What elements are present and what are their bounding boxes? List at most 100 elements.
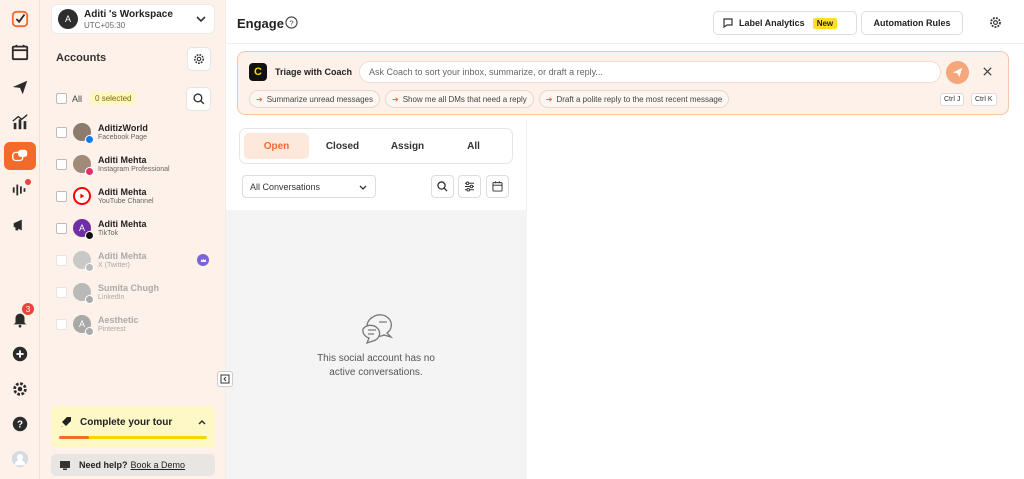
chevron-down-icon [359,185,367,190]
conversation-filter-select[interactable]: All Conversations [242,175,376,198]
calendar-icon[interactable] [8,40,32,64]
search-icon [437,181,448,192]
new-dot-badge [25,179,31,185]
account-name: AditizWorld [98,123,148,133]
app-logo-icon[interactable] [8,7,32,31]
account-checkbox[interactable] [56,190,67,202]
nav-rail: 3 ? [0,0,40,479]
suggestion-chips: ➜ Summarize unread messages ➜ Show me all … [249,90,734,108]
tab-open[interactable]: Open [244,133,309,159]
avatar-initial: A [78,319,85,329]
workspace-timezone: UTC+05:30 [84,20,126,30]
tour-card[interactable]: Complete your tour [51,406,215,448]
close-icon[interactable] [982,66,993,77]
account-checkbox[interactable] [56,286,67,298]
account-platform: LinkedIn [98,294,125,301]
analytics-icon[interactable] [8,110,32,134]
date-filter-button[interactable] [486,175,509,198]
shortcut-key: Ctrl K [971,93,997,106]
chevron-up-icon[interactable] [197,417,207,427]
avatar [73,283,94,304]
arrow-right-icon: ➜ [545,94,553,104]
workspace-avatar: A [58,9,78,29]
chip-label: Show me all DMs that need a reply [402,94,527,104]
svg-text:?: ? [289,18,293,27]
avatar: A [73,315,94,336]
label-analytics-button[interactable]: Label Analytics New [713,11,857,35]
crown-icon[interactable] [197,254,209,266]
linkedin-icon [85,295,94,304]
publish-send-icon[interactable] [8,75,32,99]
engage-inbox-icon[interactable] [4,142,36,170]
suggestion-chip[interactable]: ➜ Show me all DMs that need a reply [384,90,534,108]
user-avatar-icon[interactable] [8,447,32,471]
tab-all[interactable]: All [441,133,506,159]
book-demo-link[interactable]: Book a Demo [131,460,186,470]
avatar-initial: A [78,223,85,233]
notification-count-badge: 3 [22,303,34,315]
tour-progress-bar [59,436,207,439]
settings-gear-icon[interactable] [8,377,32,401]
gear-icon[interactable] [988,15,1003,30]
tab-assign[interactable]: Assign [376,133,439,159]
tour-label: Complete your tour [80,417,173,428]
accounts-title: Accounts [56,52,107,64]
automation-rules-button[interactable]: Automation Rules [861,11,963,35]
collapse-sidebar-button[interactable] [217,371,233,387]
avatar [73,251,94,272]
workspace-switcher[interactable]: A Aditi 's Workspace UTC+05:30 [51,4,215,34]
account-item[interactable]: AditizWorld Facebook Page [51,116,217,148]
account-checkbox[interactable] [56,254,67,266]
chip-label: Draft a polite reply to the most recent … [556,94,723,104]
suggestion-chip[interactable]: ➜ Draft a polite reply to the most recent… [538,90,730,108]
account-item[interactable]: Aditi Mehta X (Twitter) [51,244,217,276]
search-conversations-button[interactable] [431,175,454,198]
tab-closed[interactable]: Closed [311,133,374,159]
chat-bubbles-icon [362,314,394,345]
coach-panel: C Triage with Coach Ask Coach to sort yo… [237,51,1009,115]
account-item[interactable]: Aditi Mehta YouTube Channel [51,180,217,212]
automation-rules-label: Automation Rules [873,18,951,28]
suggestion-chip[interactable]: ➜ Summarize unread messages [249,90,380,108]
account-checkbox[interactable] [56,158,67,170]
account-item[interactable]: A Aesthetic Pinterest [51,308,217,340]
select-all-checkbox[interactable] [56,93,67,104]
account-name: Aditi Mehta [98,187,147,197]
account-item[interactable]: Aditi Mehta Instagram Professional [51,148,217,180]
add-circle-icon[interactable] [8,342,32,366]
account-item[interactable]: A Aditi Mehta TikTok [51,212,217,244]
account-item[interactable]: Sumita Chugh LinkedIn [51,276,217,308]
account-checkbox[interactable] [56,126,67,138]
facebook-icon [85,135,94,144]
accounts-settings-button[interactable] [187,47,211,71]
help-circle-icon[interactable]: ? [285,16,298,29]
coach-prompt-input[interactable]: Ask Coach to sort your inbox, summarize,… [359,61,941,83]
chat-analytics-icon [723,18,733,29]
coach-title: Triage with Coach [275,67,353,77]
listening-waveform-icon[interactable] [8,178,32,202]
filter-sliders-button[interactable] [458,175,481,198]
account-platform: Facebook Page [98,134,148,141]
selected-count-badge: 0 selected [90,92,137,105]
help-bar[interactable]: Need help? Book a Demo [51,454,215,476]
coach-send-button[interactable] [946,61,969,84]
accounts-list: AditizWorld Facebook Page Aditi Mehta In… [51,116,217,340]
accounts-search-button[interactable] [186,87,211,111]
megaphone-icon[interactable] [8,213,32,237]
coach-logo-icon: C [249,63,267,81]
select-all-label: All [72,93,83,104]
bell-icon[interactable]: 3 [8,303,34,331]
chevron-down-icon [196,16,206,23]
account-checkbox[interactable] [56,222,67,234]
account-platform: X (Twitter) [98,262,130,269]
account-checkbox[interactable] [56,318,67,330]
account-name: Aditi Mehta [98,219,147,229]
send-icon [952,67,963,78]
gear-icon [194,54,204,64]
account-platform: Instagram Professional [98,166,170,173]
account-name: Sumita Chugh [98,283,159,293]
account-name: Aditi Mehta [98,155,147,165]
empty-state-line-1: This social account has no [317,353,435,364]
empty-state-text: This social account has no active conver… [276,352,476,380]
help-question-icon[interactable]: ? [8,412,32,436]
